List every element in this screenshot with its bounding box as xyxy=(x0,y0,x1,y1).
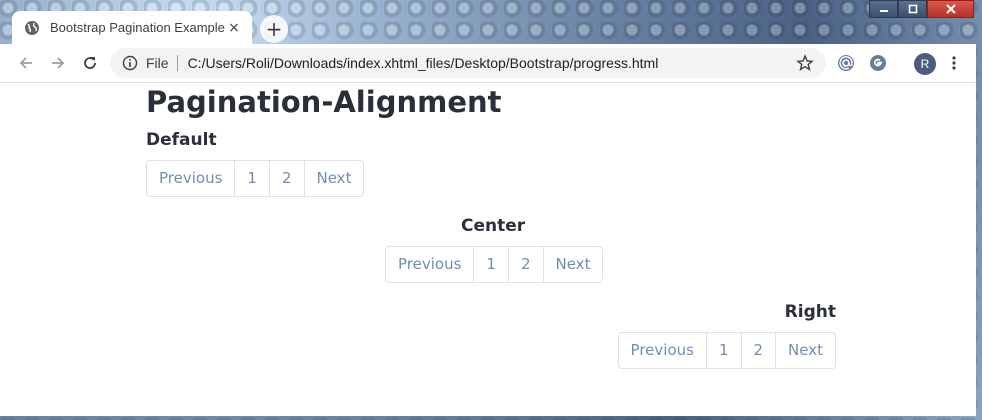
title-bar: Bootstrap Pagination Example × + xyxy=(0,0,982,44)
page-title: Pagination-Alignment xyxy=(146,85,502,119)
google-icon[interactable] xyxy=(868,53,888,73)
browser-toolbar: File C:/Users/Roli/Downloads/index.xhtml… xyxy=(0,44,976,83)
maximize-icon xyxy=(908,4,917,14)
page-content: Pagination-Alignment Default Previous 1 … xyxy=(0,83,976,416)
close-icon xyxy=(945,4,956,14)
maximize-button[interactable] xyxy=(898,0,927,18)
plus-icon: + xyxy=(265,17,283,41)
pagination-previous-link[interactable]: Previous xyxy=(386,247,473,282)
avatar[interactable]: R xyxy=(914,53,936,75)
minimize-button[interactable] xyxy=(869,0,898,18)
arrow-right-icon[interactable] xyxy=(48,53,68,73)
pagination-center: Previous 1 2 Next xyxy=(385,246,604,283)
reload-icon[interactable] xyxy=(80,53,100,73)
address-bar[interactable]: File C:/Users/Roli/Downloads/index.xhtml… xyxy=(110,48,826,78)
pagination-page-1-link[interactable]: 1 xyxy=(234,161,269,196)
section-heading-default: Default xyxy=(146,130,217,150)
section-heading-center: Center xyxy=(461,216,526,236)
pagination-page-2-link[interactable]: 2 xyxy=(740,333,776,368)
tab-title: Bootstrap Pagination Example xyxy=(50,20,225,35)
scheme-label: File xyxy=(146,55,178,71)
kebab-menu-icon[interactable] xyxy=(944,53,964,73)
minimize-icon xyxy=(879,10,888,12)
browser-tab[interactable]: Bootstrap Pagination Example × xyxy=(12,11,252,44)
pagination-next-link[interactable]: Next xyxy=(303,161,364,196)
pagination-next-link[interactable]: Next xyxy=(775,333,835,368)
close-window-button[interactable] xyxy=(927,0,974,18)
arrow-left-icon[interactable] xyxy=(16,53,36,73)
pagination-page-1-link[interactable]: 1 xyxy=(705,333,741,368)
pagination-page-2-link[interactable]: 2 xyxy=(507,247,543,282)
pagination-previous-link[interactable]: Previous xyxy=(619,333,706,368)
pagination-default: Previous 1 2 Next xyxy=(146,160,365,197)
at-sign-icon[interactable] xyxy=(836,53,856,73)
pagination-right: Previous 1 2 Next xyxy=(617,332,836,369)
pagination-page-2-link[interactable]: 2 xyxy=(268,161,304,196)
pagination-previous-link[interactable]: Previous xyxy=(147,161,234,196)
globe-icon xyxy=(24,20,40,36)
pagination-next-link[interactable]: Next xyxy=(542,247,603,282)
close-tab-icon[interactable]: × xyxy=(226,20,242,36)
section-heading-right: Right xyxy=(784,302,836,322)
window-controls xyxy=(869,0,974,20)
new-tab-button[interactable]: + xyxy=(260,15,288,43)
info-icon[interactable] xyxy=(122,55,138,71)
star-icon[interactable] xyxy=(796,54,814,72)
browser-window: Bootstrap Pagination Example × + File C:… xyxy=(0,0,982,420)
pagination-page-1-link[interactable]: 1 xyxy=(473,247,508,282)
url-text[interactable]: C:/Users/Roli/Downloads/index.xhtml_file… xyxy=(188,55,796,71)
